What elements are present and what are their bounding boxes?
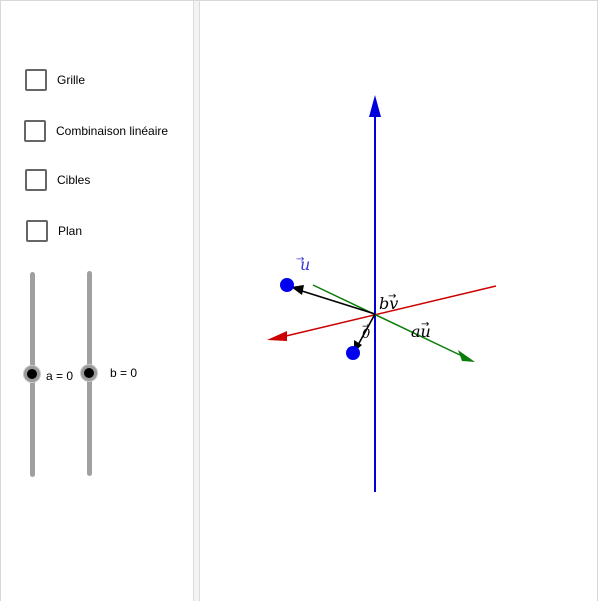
slider-a-label: a = 0 — [46, 369, 74, 383]
slider-a-handle[interactable] — [24, 366, 40, 382]
slider-b-label: b = 0 — [110, 366, 138, 380]
combinaison-lineaire-checkbox-row[interactable]: Combinaison linéaire — [24, 118, 168, 144]
panel-divider[interactable] — [193, 1, 200, 601]
point-w[interactable] — [346, 346, 360, 360]
combinaison-lineaire-label: Combinaison linéaire — [56, 124, 169, 138]
plan-checkbox[interactable] — [26, 220, 48, 242]
label-au-arrow-icon: → — [421, 319, 429, 330]
label-u-arrow-icon: → — [296, 254, 304, 265]
cibles-checkbox[interactable] — [25, 169, 47, 191]
combinaison-lineaire-checkbox[interactable] — [24, 120, 46, 142]
cibles-label: Cibles — [57, 173, 91, 187]
red-axis-arrowhead — [267, 331, 287, 341]
vertical-axis-arrowhead — [369, 95, 381, 117]
plan-label: Plan — [58, 224, 83, 238]
slider-b-handle[interactable] — [81, 365, 97, 381]
vector-u — [301, 290, 376, 315]
grille-checkbox[interactable] — [25, 69, 47, 91]
label-origin-arrow-icon: → — [362, 322, 370, 332]
plan-checkbox-row[interactable]: Plan — [26, 218, 82, 244]
grille-label: Grille — [57, 73, 86, 87]
controls-panel: Grille Combinaison linéaire Cibles Plan … — [1, 1, 193, 601]
cibles-checkbox-row[interactable]: Cibles — [25, 167, 90, 193]
point-u[interactable] — [280, 278, 294, 292]
label-bv-arrow-icon: → — [388, 291, 396, 302]
graphics-view-3d[interactable]: u → bv → au → 0 → — [201, 1, 597, 601]
green-axis-arrowhead — [458, 350, 475, 362]
grille-checkbox-row[interactable]: Grille — [25, 67, 85, 93]
